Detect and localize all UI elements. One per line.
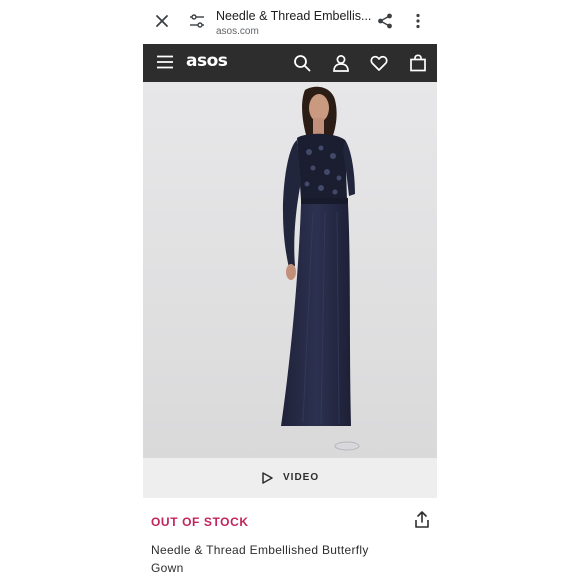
video-label: VIDEO xyxy=(283,472,320,483)
page-domain: asos.com xyxy=(216,26,259,37)
stock-status: OUT OF STOCK xyxy=(151,515,249,529)
upload-share-icon[interactable] xyxy=(414,511,430,529)
heart-icon[interactable] xyxy=(370,54,388,72)
product-name: Needle & Thread Embellished Butterfly Go… xyxy=(151,543,369,575)
close-icon[interactable] xyxy=(153,12,171,30)
site-header: asos xyxy=(143,44,437,82)
model-photo xyxy=(281,86,360,451)
bag-icon[interactable] xyxy=(409,54,427,72)
account-icon[interactable] xyxy=(332,54,350,72)
phone-screen: Needle & Thread Embellis... asos.com aso… xyxy=(143,0,437,580)
share-icon[interactable] xyxy=(376,12,394,30)
play-icon xyxy=(262,472,273,484)
video-button[interactable]: VIDEO xyxy=(143,458,437,498)
more-vert-icon[interactable] xyxy=(413,12,423,30)
browser-bar: Needle & Thread Embellis... asos.com xyxy=(143,0,437,44)
product-image[interactable] xyxy=(143,82,437,458)
asos-logo[interactable]: asos xyxy=(186,51,228,71)
search-icon[interactable] xyxy=(293,54,311,72)
tune-icon[interactable] xyxy=(189,13,205,29)
menu-icon[interactable] xyxy=(157,55,173,69)
page-title[interactable]: Needle & Thread Embellis... xyxy=(216,9,376,23)
